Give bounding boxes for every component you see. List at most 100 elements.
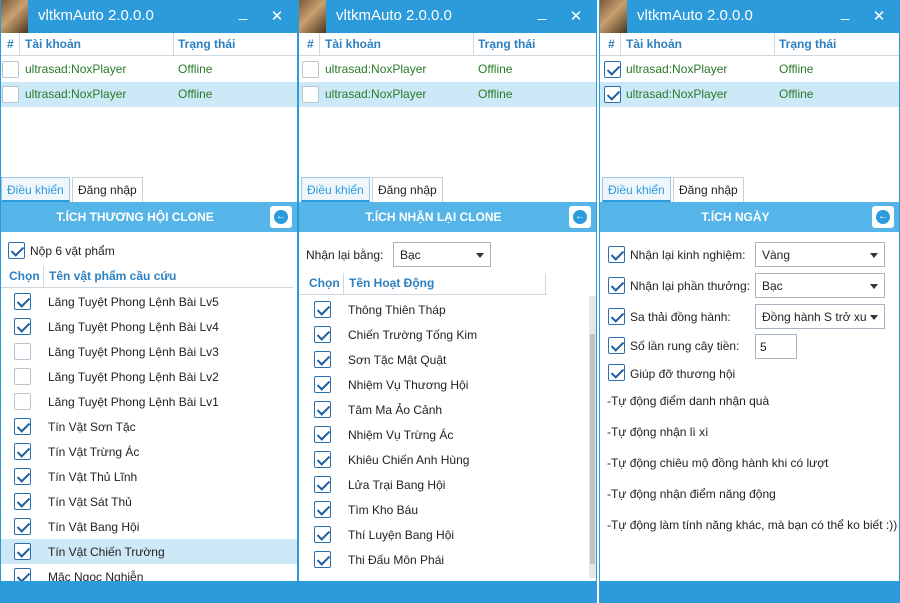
- item-checkbox[interactable]: [14, 418, 31, 435]
- guild-help-checkbox[interactable]: [608, 364, 625, 381]
- item-checkbox[interactable]: [314, 426, 331, 443]
- close-icon[interactable]: ✕: [269, 7, 285, 25]
- shake-checkbox[interactable]: [608, 337, 625, 354]
- list-item[interactable]: Lăng Tuyệt Phong Lệnh Bài Lv1: [1, 389, 297, 414]
- close-icon[interactable]: ✕: [871, 7, 887, 25]
- title-bar[interactable]: vltkmAuto 2.0.0.0 _ ✕: [1, 0, 297, 33]
- list-item[interactable]: Tìm Kho Báu: [299, 497, 589, 522]
- list-item[interactable]: Sơn Tặc Mật Quật: [299, 347, 589, 372]
- item-checkbox[interactable]: [314, 301, 331, 318]
- item-checkbox[interactable]: [314, 376, 331, 393]
- item-checkbox[interactable]: [14, 518, 31, 535]
- back-button[interactable]: ←: [569, 206, 591, 228]
- row-checkbox[interactable]: [302, 86, 319, 103]
- col-account[interactable]: Tài khoản: [626, 37, 682, 51]
- item-checkbox[interactable]: [14, 493, 31, 510]
- col-status[interactable]: Trạng thái: [178, 37, 235, 51]
- item-checkbox[interactable]: [14, 293, 31, 310]
- tab-control[interactable]: Điều khiển: [301, 177, 370, 202]
- col-status[interactable]: Trạng thái: [779, 37, 836, 51]
- list-item[interactable]: Tín Vật Trừng Ác: [1, 439, 297, 464]
- item-checkbox[interactable]: [314, 476, 331, 493]
- exp-select[interactable]: Vàng: [755, 242, 885, 267]
- item-checkbox[interactable]: [14, 343, 31, 360]
- reward-select[interactable]: Bạc: [755, 273, 885, 298]
- scrollbar-thumb[interactable]: [590, 334, 595, 564]
- tab-login[interactable]: Đăng nhập: [673, 177, 744, 202]
- title-bar[interactable]: vltkmAuto 2.0.0.0 _ ✕: [600, 0, 899, 33]
- companion-checkbox[interactable]: [608, 308, 625, 325]
- item-checkbox[interactable]: [314, 351, 331, 368]
- col-status[interactable]: Trạng thái: [478, 37, 535, 51]
- row-checkbox[interactable]: [604, 86, 621, 103]
- col-hash[interactable]: #: [7, 37, 14, 51]
- account-row[interactable]: ultrasad:NoxPlayer Offline: [299, 82, 596, 107]
- row-checkbox[interactable]: [604, 61, 621, 78]
- item-checkbox[interactable]: [14, 368, 31, 385]
- tab-login[interactable]: Đăng nhập: [372, 177, 443, 202]
- list-item[interactable]: Tâm Ma Ảo Cảnh: [299, 397, 589, 422]
- close-icon[interactable]: ✕: [568, 7, 584, 25]
- submit-items-checkbox[interactable]: [8, 242, 25, 259]
- list-item[interactable]: Khiêu Chiến Anh Hùng: [299, 447, 589, 472]
- list-item[interactable]: Tín Vật Sơn Tặc: [1, 414, 297, 439]
- account-row[interactable]: ultrasad:NoxPlayer Offline: [1, 57, 297, 82]
- list-item[interactable]: Thí Luyện Bang Hội: [299, 522, 589, 547]
- companion-select[interactable]: Đồng hành S trở xuống: [755, 304, 885, 329]
- list-item[interactable]: Lăng Tuyệt Phong Lệnh Bài Lv3: [1, 339, 297, 364]
- col-account[interactable]: Tài khoản: [25, 37, 81, 51]
- list-item[interactable]: Lăng Tuyệt Phong Lệnh Bài Lv5: [1, 289, 297, 314]
- tab-control[interactable]: Điều khiển: [1, 177, 70, 202]
- account-row[interactable]: ultrasad:NoxPlayer Offline: [299, 57, 596, 82]
- back-button[interactable]: ←: [872, 206, 894, 228]
- item-checkbox[interactable]: [314, 501, 331, 518]
- list-item[interactable]: Tín Vật Chiến Trường: [1, 539, 297, 564]
- account-row[interactable]: ultrasad:NoxPlayer Offline: [1, 82, 297, 107]
- back-button[interactable]: ←: [270, 206, 292, 228]
- item-checkbox[interactable]: [14, 468, 31, 485]
- col-hash[interactable]: #: [608, 37, 615, 51]
- list-item[interactable]: Thông Thiên Tháp: [299, 297, 589, 322]
- minimize-icon[interactable]: _: [837, 4, 853, 21]
- col-item-name[interactable]: Tên vật phẩm cầu cứu: [49, 269, 176, 283]
- exp-checkbox[interactable]: [608, 246, 625, 263]
- minimize-icon[interactable]: _: [534, 4, 550, 21]
- reward-checkbox[interactable]: [608, 277, 625, 294]
- col-account[interactable]: Tài khoản: [325, 37, 381, 51]
- row-checkbox[interactable]: [2, 86, 19, 103]
- account-row[interactable]: ultrasad:NoxPlayer Offline: [600, 57, 899, 82]
- item-checkbox[interactable]: [314, 401, 331, 418]
- activity-scrollbar[interactable]: [589, 296, 596, 578]
- account-row[interactable]: ultrasad:NoxPlayer Offline: [600, 82, 899, 107]
- title-bar[interactable]: vltkmAuto 2.0.0.0 _ ✕: [299, 0, 596, 33]
- minimize-icon[interactable]: _: [235, 4, 251, 21]
- receive-with-select[interactable]: Bạc: [393, 242, 491, 267]
- col-choose[interactable]: Chọn: [309, 276, 340, 290]
- item-checkbox[interactable]: [314, 551, 331, 568]
- list-item[interactable]: Tín Vật Sát Thủ: [1, 489, 297, 514]
- col-activity-name[interactable]: Tên Hoạt Động: [349, 276, 434, 290]
- item-checkbox[interactable]: [314, 526, 331, 543]
- list-item[interactable]: Chiến Trường Tống Kim: [299, 322, 589, 347]
- item-checkbox[interactable]: [14, 543, 31, 560]
- list-item[interactable]: Lửa Trại Bang Hội: [299, 472, 589, 497]
- item-checkbox[interactable]: [14, 443, 31, 460]
- item-checkbox[interactable]: [14, 318, 31, 335]
- list-item[interactable]: Lăng Tuyệt Phong Lệnh Bài Lv4: [1, 314, 297, 339]
- list-item[interactable]: Lăng Tuyệt Phong Lệnh Bài Lv2: [1, 364, 297, 389]
- item-checkbox[interactable]: [14, 393, 31, 410]
- tab-control[interactable]: Điều khiển: [602, 177, 671, 202]
- row-checkbox[interactable]: [302, 61, 319, 78]
- col-choose[interactable]: Chọn: [9, 269, 40, 283]
- item-checkbox[interactable]: [314, 326, 331, 343]
- shake-count-input[interactable]: 5: [755, 334, 797, 359]
- col-hash[interactable]: #: [307, 37, 314, 51]
- list-item[interactable]: Thi Đấu Môn Phái: [299, 547, 589, 572]
- tab-login[interactable]: Đăng nhập: [72, 177, 143, 202]
- row-checkbox[interactable]: [2, 61, 19, 78]
- list-item[interactable]: Nhiệm Vụ Thương Hội: [299, 372, 589, 397]
- list-item[interactable]: Tín Vật Thủ Lĩnh: [1, 464, 297, 489]
- item-checkbox[interactable]: [314, 451, 331, 468]
- list-item[interactable]: Tín Vật Bang Hội: [1, 514, 297, 539]
- list-item[interactable]: Nhiệm Vụ Trừng Ác: [299, 422, 589, 447]
